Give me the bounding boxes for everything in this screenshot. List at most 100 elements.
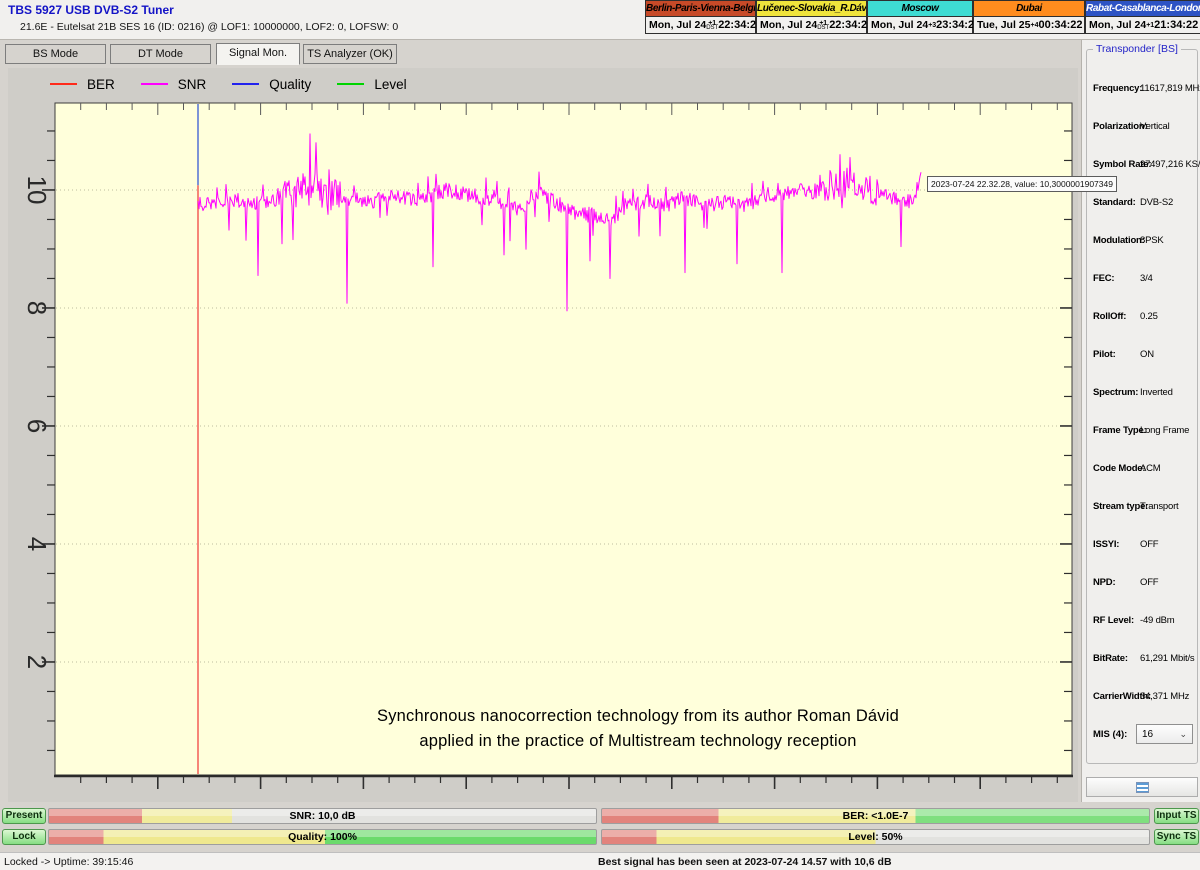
row-value: Long Frame xyxy=(1140,425,1189,436)
annotation-line-2: applied in the practice of Multistream t… xyxy=(158,729,1118,754)
transponder-row: Code Mode:ACM xyxy=(1087,450,1197,488)
row-value: DVB-S2 xyxy=(1140,197,1173,208)
clock-city-label: Lučenec-Slovakia_R.Dávid xyxy=(756,0,867,17)
tab-signal-mon[interactable]: Signal Mon. xyxy=(216,43,300,65)
mis-row: MIS (4): 16 ⌄ xyxy=(1087,722,1197,748)
mis-dropdown[interactable]: 16 ⌄ xyxy=(1136,724,1193,744)
tab-ts-analyzer[interactable]: TS Analyzer (OK) xyxy=(303,44,397,64)
snr-time-plot[interactable]: 108642 xyxy=(8,68,1078,802)
quality-gauge: Quality: 100% xyxy=(48,829,597,845)
row-value: 27497,216 KS/s xyxy=(1140,159,1200,170)
chevron-down-icon: ⌄ xyxy=(1179,729,1187,740)
signal-monitor-chart-panel: BER SNR Quality Level 108642 2023-07-24 … xyxy=(8,68,1078,802)
clock-time: 21:34:22 xyxy=(1154,19,1198,31)
annotation-line-1: Synchronous nanocorrection technology fr… xyxy=(158,704,1118,729)
clock-dubai: Dubai Tue, Jul 25 +4 00:34:22 xyxy=(973,0,1085,34)
row-value: 11617,819 MHz xyxy=(1140,83,1200,94)
transponder-row: FEC:3/4 xyxy=(1087,260,1197,298)
present-indicator-button[interactable]: Present xyxy=(2,808,46,824)
clock-date: Mon, Jul 24 xyxy=(760,19,817,31)
row-label: BitRate: xyxy=(1093,653,1128,664)
row-value: Transport xyxy=(1140,501,1179,512)
snr-gauge-text: SNR: 10,0 dB xyxy=(290,810,356,822)
clock-time: 00:34:22 xyxy=(1038,19,1082,31)
y-axis-label: 10 xyxy=(22,176,52,205)
row-value: 0.25 xyxy=(1140,311,1158,322)
y-axis-label: 2 xyxy=(22,655,52,669)
dst-flag: DST xyxy=(817,26,829,31)
app-title: TBS 5927 USB DVB-S2 Tuner xyxy=(8,3,174,17)
row-value: OFF xyxy=(1140,539,1158,550)
quality-gauge-text: Quality: 100% xyxy=(288,831,357,843)
clock-rabat: Rabat-Casablanca-London Mon, Jul 24 +1 2… xyxy=(1085,0,1200,34)
row-label: FEC: xyxy=(1093,273,1114,284)
status-bar: Locked -> Uptime: 39:15:46 Best signal h… xyxy=(0,852,1200,870)
plot-background xyxy=(55,103,1072,775)
clock-city-label: Rabat-Casablanca-London xyxy=(1085,0,1200,17)
input-ts-button[interactable]: Input TS xyxy=(1154,808,1199,824)
sync-ts-button[interactable]: Sync TS xyxy=(1154,829,1199,845)
row-label: Frequency: xyxy=(1093,83,1142,94)
row-value: ON xyxy=(1140,349,1154,360)
chart-annotation: Synchronous nanocorrection technology fr… xyxy=(158,704,1118,754)
mis-selected-value: 16 xyxy=(1142,729,1153,740)
row-value: OFF xyxy=(1140,577,1158,588)
transponder-row: ISSYI: OFF xyxy=(1087,526,1197,564)
row-value: 8PSK xyxy=(1140,235,1164,246)
transponder-row: NPD: OFF xyxy=(1087,564,1197,602)
row-label: NPD: xyxy=(1093,577,1115,588)
clock-city-label: Dubai xyxy=(973,0,1085,17)
snr-gauge: SNR: 10,0 dB xyxy=(48,808,597,824)
transponder-row: RollOff:0.25 xyxy=(1087,298,1197,336)
transponder-row: Polarization:Vertical xyxy=(1087,108,1197,146)
mis-label: MIS (4): xyxy=(1093,729,1127,740)
transponder-groupbox: Transponder [BS] Frequency:11617,819 MHz… xyxy=(1086,49,1198,764)
tab-bs-mode[interactable]: BS Mode xyxy=(5,44,106,64)
row-label: Standard: xyxy=(1093,197,1136,208)
row-label: ISSYI: xyxy=(1093,539,1119,550)
tab-dt-mode[interactable]: DT Mode xyxy=(110,44,211,64)
best-signal-status: Best signal has been seen at 2023-07-24 … xyxy=(598,856,892,868)
row-label: Spectrum: xyxy=(1093,387,1138,398)
row-label: Pilot: xyxy=(1093,349,1116,360)
chart-hover-tooltip: 2023-07-24 22.32.28, value: 10,300000190… xyxy=(927,176,1117,192)
lock-indicator-button[interactable]: Lock xyxy=(2,829,46,845)
row-label: RF Level: xyxy=(1093,615,1134,626)
level-gauge-text: Level: 50% xyxy=(848,831,902,843)
clock-city-label: Berlin-Paris-Vienna-Belgrade xyxy=(645,0,756,17)
transponder-panel: Transponder [BS] Frequency:11617,819 MHz… xyxy=(1081,40,1200,802)
ts-list-button[interactable] xyxy=(1086,777,1198,797)
transponder-rows: Frequency:11617,819 MHz Polarization:Ver… xyxy=(1087,70,1197,748)
row-label: Modulation: xyxy=(1093,235,1145,246)
world-clocks: Berlin-Paris-Vienna-Belgrade Mon, Jul 24… xyxy=(645,0,1200,34)
level-gauge: Level: 50% xyxy=(601,829,1150,845)
utc-offset: +1 xyxy=(1146,23,1154,28)
transponder-row: Modulation:8PSK xyxy=(1087,222,1197,260)
utc-offset: +3 xyxy=(928,23,936,28)
mode-tab-bar: BS Mode DT Mode Signal Mon. TS Analyzer … xyxy=(0,40,1200,68)
row-value: -49 dBm xyxy=(1140,615,1175,626)
row-value: 61,291 Mbit/s xyxy=(1140,653,1194,664)
dst-flag: DST xyxy=(706,26,718,31)
clock-lucenec: Lučenec-Slovakia_R.Dávid Mon, Jul 24 +1D… xyxy=(756,0,867,34)
transponder-row: BitRate: 61,291 Mbit/s xyxy=(1087,640,1197,678)
title-bar: TBS 5927 USB DVB-S2 Tuner 21.6E - Eutels… xyxy=(0,0,1200,40)
row-value: 34,371 MHz xyxy=(1140,691,1189,702)
transponder-row: CarrierWidth:34,371 MHz xyxy=(1087,678,1197,716)
transponder-row: Spectrum:Inverted xyxy=(1087,374,1197,412)
row-label: Frame Type: xyxy=(1093,425,1147,436)
row-value: Inverted xyxy=(1140,387,1173,398)
utc-offset: +4 xyxy=(1031,23,1039,28)
transponder-groupbox-title: Transponder [BS] xyxy=(1093,43,1181,55)
clock-date: Tue, Jul 25 xyxy=(977,19,1031,31)
clock-date: Mon, Jul 24 xyxy=(871,19,928,31)
clock-city-label: Moscow xyxy=(867,0,973,17)
row-value: ACM xyxy=(1140,463,1161,474)
transponder-row: Pilot: ON xyxy=(1087,336,1197,374)
lock-uptime-status: Locked -> Uptime: 39:15:46 xyxy=(4,856,133,868)
clock-date: Mon, Jul 24 xyxy=(1089,19,1146,31)
tuned-transponder-subtitle: 21.6E - Eutelsat 21B SES 16 (ID: 0216) @… xyxy=(20,21,398,33)
ber-gauge: BER: <1.0E-7 xyxy=(601,808,1150,824)
transponder-row: Frequency:11617,819 MHz xyxy=(1087,70,1197,108)
y-axis-label: 4 xyxy=(22,537,52,551)
